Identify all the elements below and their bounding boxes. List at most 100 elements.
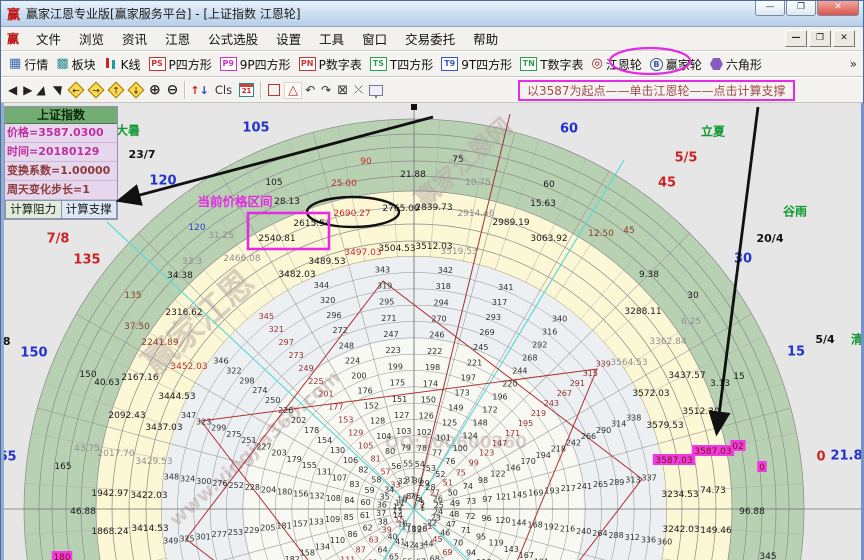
toolbar-item-quote-table[interactable]: ▦行情 bbox=[5, 54, 52, 75]
prev-icon[interactable]: ◀ bbox=[5, 83, 20, 97]
svg-text:50: 50 bbox=[448, 488, 458, 497]
svg-text:145: 145 bbox=[512, 491, 527, 500]
menu-item-设置[interactable]: 设置 bbox=[267, 29, 310, 50]
svg-text:225: 225 bbox=[308, 377, 323, 386]
svg-text:320: 320 bbox=[320, 296, 335, 305]
menu-item-江恩[interactable]: 江恩 bbox=[156, 29, 199, 50]
svg-text:219: 219 bbox=[531, 409, 546, 418]
svg-text:120: 120 bbox=[149, 174, 176, 189]
menu-item-交易委托[interactable]: 交易委托 bbox=[396, 29, 464, 50]
svg-text:12.50: 12.50 bbox=[588, 229, 614, 239]
calc-resistance-button[interactable]: 计算阻力 bbox=[5, 200, 61, 219]
shift-down-icon[interactable]: ↓ bbox=[127, 82, 144, 99]
toolbar-item-kline[interactable]: K线 bbox=[100, 54, 145, 75]
svg-text:197: 197 bbox=[461, 373, 476, 382]
svg-text:203: 203 bbox=[271, 449, 286, 458]
toolbar-item-gann-wheel[interactable]: ◎江恩轮 bbox=[588, 54, 646, 75]
svg-text:300: 300 bbox=[196, 477, 211, 486]
svg-text:82: 82 bbox=[358, 466, 368, 475]
svg-text:98: 98 bbox=[478, 476, 488, 485]
svg-text:194: 194 bbox=[536, 451, 551, 460]
rotate-cw-icon[interactable]: ↷ bbox=[318, 83, 334, 97]
svg-text:1868.24: 1868.24 bbox=[91, 527, 128, 537]
shift-left-icon[interactable]: ← bbox=[67, 82, 84, 99]
rotate-down-icon[interactable]: ▼ bbox=[48, 83, 68, 97]
svg-text:246: 246 bbox=[429, 331, 444, 340]
svg-text:1942.97: 1942.97 bbox=[91, 489, 128, 499]
toolbar-item-winner-wheel[interactable]: B赢家轮 bbox=[646, 54, 706, 75]
menu-item-帮助[interactable]: 帮助 bbox=[464, 29, 507, 50]
calendar-icon[interactable]: 21 bbox=[239, 83, 254, 97]
svg-text:152: 152 bbox=[364, 402, 379, 411]
cls-button[interactable]: Cls bbox=[211, 83, 236, 97]
svg-text:193: 193 bbox=[544, 486, 559, 495]
close-button[interactable]: ✕ bbox=[817, 1, 859, 16]
svg-text:3063.92: 3063.92 bbox=[530, 234, 567, 244]
mdi-close-button[interactable]: ✕ bbox=[833, 30, 855, 47]
svg-text:78: 78 bbox=[417, 444, 427, 453]
svg-text:345: 345 bbox=[759, 552, 776, 560]
calc-support-button[interactable]: 计算支撑 bbox=[61, 200, 118, 219]
svg-text:129: 129 bbox=[348, 429, 363, 438]
svg-text:3512.30: 3512.30 bbox=[682, 407, 719, 417]
toolbar-item-sector-blocks[interactable]: ▩板块 bbox=[52, 54, 99, 75]
shift-right-icon[interactable]: → bbox=[87, 82, 104, 99]
toolbar-item-t-number-table[interactable]: TNT数字表 bbox=[516, 54, 587, 75]
zoom-out-icon[interactable]: ⊖ bbox=[164, 82, 182, 98]
svg-text:151: 151 bbox=[392, 395, 407, 404]
gann-wheel-chart[interactable]: 赢家江恩www.yingjia360.com赢家江恩网QQ:1006003601… bbox=[1, 103, 864, 560]
svg-text:301: 301 bbox=[195, 532, 210, 541]
svg-text:109: 109 bbox=[325, 515, 340, 524]
toolbar-item-nine-p-square[interactable]: P99P四方形 bbox=[216, 54, 295, 75]
shift-up-icon[interactable]: ↑ bbox=[107, 82, 124, 99]
svg-text:2615.54: 2615.54 bbox=[293, 219, 330, 229]
svg-text:275: 275 bbox=[226, 430, 241, 439]
clear-marks-icon[interactable]: ⤬ bbox=[351, 83, 366, 97]
svg-text:265: 265 bbox=[593, 480, 608, 489]
triangle-tool-icon[interactable]: △ bbox=[284, 82, 302, 99]
toolbar-item-p-square[interactable]: PSP四方形 bbox=[145, 54, 216, 75]
svg-text:216: 216 bbox=[560, 525, 575, 534]
maximize-button[interactable]: ❐ bbox=[786, 1, 816, 16]
svg-text:297: 297 bbox=[279, 338, 294, 347]
panel-rows: 价格=3587.0300时间=20180129变换系数=1.00000周天变化步… bbox=[5, 124, 117, 200]
menu-item-公式选股[interactable]: 公式选股 bbox=[199, 29, 267, 50]
menu-item-工具[interactable]: 工具 bbox=[310, 29, 353, 50]
menu-item-窗口[interactable]: 窗口 bbox=[353, 29, 396, 50]
mdi-minimize-button[interactable]: — bbox=[785, 30, 807, 47]
svg-text:273: 273 bbox=[288, 351, 303, 360]
square-tool-icon[interactable] bbox=[268, 84, 280, 96]
menu-item-资讯[interactable]: 资讯 bbox=[113, 29, 156, 50]
rotate-ccw-icon[interactable]: ↶ bbox=[302, 83, 318, 97]
delete-box-icon[interactable]: ⊠ bbox=[334, 83, 351, 98]
svg-text:2017.70: 2017.70 bbox=[97, 449, 134, 459]
toolbar-item-nine-t-square[interactable]: T99T四方形 bbox=[437, 54, 516, 75]
svg-text:315: 315 bbox=[583, 369, 598, 378]
svg-text:178: 178 bbox=[304, 426, 319, 435]
svg-text:3444.53: 3444.53 bbox=[158, 392, 195, 402]
svg-text:72: 72 bbox=[465, 512, 475, 521]
svg-text:3489.53: 3489.53 bbox=[308, 257, 345, 267]
svg-text:94: 94 bbox=[466, 548, 476, 557]
toolbar-overflow-chevron[interactable]: » bbox=[850, 57, 857, 71]
svg-text:30: 30 bbox=[734, 252, 752, 267]
screen-flag-icon[interactable] bbox=[369, 85, 383, 96]
top-bottom-icon[interactable]: ↑↓ bbox=[188, 84, 210, 97]
svg-text:21.88: 21.88 bbox=[830, 449, 864, 464]
mdi-restore-button[interactable]: ❐ bbox=[809, 30, 831, 47]
toolbar-item-t-square[interactable]: TST四方形 bbox=[366, 54, 437, 75]
svg-text:245: 245 bbox=[473, 343, 488, 352]
menu-item-文件[interactable]: 文件 bbox=[27, 29, 70, 50]
svg-text:74.73: 74.73 bbox=[700, 486, 726, 496]
zoom-in-icon[interactable]: ⊕ bbox=[146, 82, 164, 98]
toolbar-item-hexagon[interactable]: 六角形 bbox=[706, 54, 766, 75]
minimize-button[interactable]: — bbox=[755, 1, 785, 16]
menu-item-浏览[interactable]: 浏览 bbox=[70, 29, 113, 50]
svg-text:241: 241 bbox=[577, 482, 592, 491]
svg-text:229: 229 bbox=[244, 526, 259, 535]
svg-text:18.75: 18.75 bbox=[465, 178, 491, 188]
svg-text:84: 84 bbox=[344, 496, 354, 505]
mdi-window-controls: —❐✕ bbox=[785, 30, 855, 47]
svg-text:268: 268 bbox=[522, 354, 537, 363]
toolbar-item-p-number-table[interactable]: PNP数字表 bbox=[295, 54, 366, 75]
